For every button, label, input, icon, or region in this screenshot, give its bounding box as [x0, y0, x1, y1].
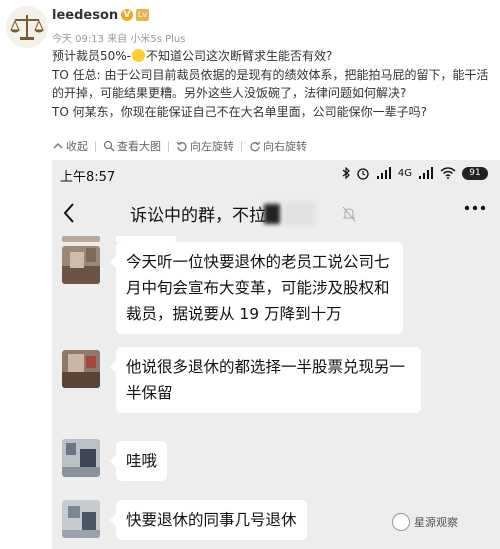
- collapse-icon: [53, 142, 63, 149]
- back-arrow-icon[interactable]: [62, 202, 76, 224]
- watermark-text: 星源观察: [414, 516, 458, 529]
- level-badge: Lv: [136, 9, 149, 21]
- phone-status-bar: 上午8:57 4G 91: [52, 160, 500, 188]
- zoom-icon: [103, 140, 115, 152]
- post-meta: 今天 09:13 来自 小米5s Plus: [52, 30, 185, 45]
- emoji-icon: [132, 49, 146, 62]
- toolbar-divider: [241, 140, 242, 152]
- view-large-label: 查看大图: [117, 140, 161, 153]
- rotate-left-label: 向左旋转: [190, 140, 234, 153]
- collapse-button[interactable]: 收起: [52, 138, 88, 154]
- toolbar-divider: [168, 140, 169, 152]
- rotate-left-icon: [176, 141, 187, 152]
- alarm-icon: [357, 168, 369, 180]
- rotate-left-button[interactable]: 向左旋转: [176, 138, 234, 154]
- message-bubble[interactable]: 今天听一位快要退休的老员工说公司七月中旬会宣布大变革，可能涉及股权和裁员，据说要…: [110, 242, 403, 334]
- signal-icon-1: [376, 167, 391, 179]
- post-line-3: TO 何某东，你现在能保证自己不在大名单里面，公司能保你一辈子吗?: [52, 104, 427, 119]
- wifi-icon: [440, 167, 456, 179]
- status-icons: 4G 91: [342, 166, 488, 180]
- message-bubble[interactable]: 他说很多退休的都选择一半股票兑现另一半保留: [110, 347, 421, 413]
- message-bubble[interactable]: 哇哦: [109, 441, 168, 481]
- sender-avatar[interactable]: [62, 350, 100, 388]
- rotate-right-icon: [250, 141, 261, 152]
- image-toolbar: 收起 查看大图 向左旋转 向右旋转: [52, 137, 307, 155]
- collapse-label: 收起: [66, 140, 88, 153]
- watermark: 星源观察: [392, 513, 458, 531]
- toolbar-divider: [95, 140, 96, 152]
- view-large-button[interactable]: 查看大图: [103, 138, 161, 154]
- more-options-icon[interactable]: [464, 205, 486, 211]
- network-type: 4G: [397, 167, 412, 179]
- scales-of-justice-icon: [6, 6, 48, 48]
- rotate-right-label: 向右旋转: [263, 140, 307, 153]
- wechat-official-account-icon: [392, 513, 410, 531]
- previous-avatar-partial: [62, 236, 100, 242]
- post-line-1-text: 预计裁员50%-: [52, 49, 132, 63]
- username[interactable]: leedeson: [52, 8, 118, 23]
- chat-nav-bar: 诉讼中的群，不拉: [52, 188, 500, 240]
- user-avatar[interactable]: [6, 6, 48, 48]
- sender-avatar[interactable]: [62, 439, 100, 477]
- signal-icon-2: [419, 167, 433, 179]
- blurred-avatar-image: [62, 439, 100, 477]
- post-line-1-text-2: 不知道公司这次断臂求生能否有效?: [146, 49, 333, 63]
- redacted-title-part: [284, 202, 316, 226]
- blurred-avatar-image: [62, 350, 100, 388]
- post-line-1: 预计裁员50%- 不知道公司这次断臂求生能否有效?: [52, 47, 492, 66]
- sender-avatar[interactable]: [62, 246, 100, 284]
- chat-messages: 今天听一位快要退休的老员工说公司七月中旬会宣布大变革，可能涉及股权和裁员，据说要…: [52, 236, 500, 549]
- blurred-avatar-image: [62, 246, 100, 284]
- chat-screenshot[interactable]: 上午8:57 4G 91 诉讼中的群，不拉 今天听一位快要退休的老员工说公司七月…: [52, 160, 500, 549]
- chat-title: 诉讼中的群，不拉: [130, 206, 266, 226]
- bluetooth-icon: [342, 167, 350, 179]
- blurred-avatar-image: [62, 500, 100, 538]
- mute-bell-icon: [342, 206, 356, 222]
- verified-badge: V: [121, 9, 133, 21]
- battery-indicator: 91: [462, 166, 488, 180]
- sender-avatar[interactable]: [62, 500, 100, 538]
- rotate-right-button[interactable]: 向右旋转: [249, 138, 307, 154]
- post-source: 来自 小米5s Plus: [107, 34, 186, 45]
- redacted-title-part: [264, 204, 280, 224]
- post-time: 今天 09:13: [52, 34, 104, 45]
- post-line-2: TO 任总: 由于公司目前裁员依据的是现有的绩效体系，把能拍马屁的留下，能干活的…: [52, 67, 489, 101]
- message-bubble[interactable]: 快要退休的同事几号退休: [110, 500, 307, 540]
- post-body: 预计裁员50%- 不知道公司这次断臂求生能否有效? TO 任总: 由于公司目前裁员…: [52, 47, 492, 121]
- status-time: 上午8:57: [60, 170, 116, 185]
